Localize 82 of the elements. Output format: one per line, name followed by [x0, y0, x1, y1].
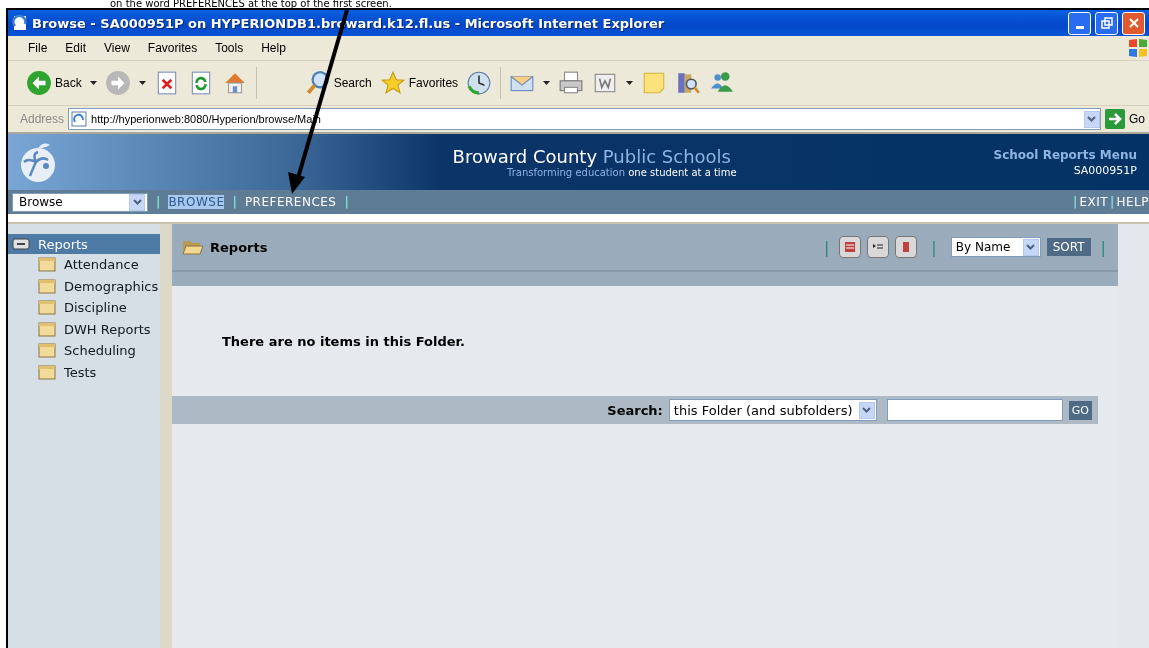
folder-icon: [38, 257, 56, 273]
menu-item[interactable]: Edit: [65, 41, 87, 55]
dropdown-button[interactable]: [1022, 238, 1039, 256]
drawer-icon: [12, 238, 30, 250]
arrow-icon: [1105, 109, 1125, 129]
dropdown-button[interactable]: [129, 193, 145, 211]
search-field[interactable]: [886, 399, 1063, 421]
search-scope-dropdown[interactable]: this Folder (and subfolders): [668, 399, 877, 421]
tree-item[interactable]: Demographics: [8, 275, 160, 297]
separator: |: [232, 195, 237, 209]
caret-icon: [1026, 244, 1036, 250]
close-button[interactable]: [1122, 11, 1145, 35]
tree-item[interactable]: Tests: [8, 361, 160, 383]
view-dropdown[interactable]: Browse: [12, 192, 148, 212]
separator: |: [1100, 237, 1106, 257]
go-button[interactable]: GO: [1068, 400, 1092, 420]
folder-icon: [38, 300, 56, 316]
folder-icon: [38, 343, 56, 359]
menu-item[interactable]: Tools: [215, 41, 244, 55]
star-icon: [379, 70, 406, 96]
tagline: Transforming education one student at a time: [506, 167, 737, 178]
dropdown-caret-icon[interactable]: [138, 81, 146, 85]
minimize-icon: [1075, 25, 1084, 29]
separator: |: [823, 237, 830, 257]
books-magnifier-icon[interactable]: [675, 70, 702, 96]
toolbar-button[interactable]: Back: [26, 70, 82, 96]
menu-item[interactable]: Favorites: [147, 41, 198, 55]
browser-page-icon: [12, 15, 28, 31]
separator: |: [344, 195, 349, 209]
nav-link[interactable]: HELP: [1116, 195, 1149, 209]
list-view-button[interactable]: [839, 236, 862, 258]
minimize-button[interactable]: [1068, 11, 1091, 35]
separator: |: [1110, 195, 1115, 209]
caret-icon: [1087, 116, 1097, 122]
menu-item[interactable]: Help: [261, 41, 286, 55]
clock-icon[interactable]: [466, 70, 493, 96]
separator: |: [1073, 195, 1078, 209]
folder-title: Reports: [210, 239, 269, 255]
separator: |: [931, 237, 937, 257]
nav-link[interactable]: PREFERENCES: [244, 195, 337, 209]
toolbar-button[interactable]: Search: [304, 70, 372, 96]
restore-button[interactable]: [1095, 11, 1118, 35]
details-view-button[interactable]: [867, 236, 890, 258]
toolbar-button[interactable]: Favorites: [379, 70, 459, 96]
tree-item[interactable]: Reports: [8, 234, 160, 254]
brand-title: Broward County Public Schools: [452, 146, 731, 167]
folder-icon: [38, 364, 56, 380]
page-icon: [71, 111, 88, 127]
dropdown-caret-icon[interactable]: [543, 81, 551, 85]
nav-link[interactable]: EXIT: [1079, 195, 1109, 209]
address-label: Address: [20, 112, 65, 126]
printer-icon[interactable]: [558, 70, 585, 96]
sort-dropdown[interactable]: By Name: [950, 237, 1041, 257]
tree-item[interactable]: DWH Reports: [8, 318, 160, 340]
tree-item[interactable]: Attendance: [8, 254, 160, 276]
menu-title: School Reports Menu: [993, 147, 1137, 162]
document-view-button[interactable]: [895, 236, 918, 258]
caret-icon: [862, 407, 872, 413]
dropdown-button[interactable]: [858, 401, 875, 419]
empty-message: There are no items in this Folder.: [222, 333, 465, 349]
user-id: SA000951P: [1073, 163, 1137, 177]
caret-icon: [132, 199, 142, 205]
tree-item[interactable]: Discipline: [8, 297, 160, 319]
menu-item[interactable]: File: [28, 41, 48, 55]
dropdown-caret-icon[interactable]: [89, 81, 97, 85]
go-button[interactable]: Go: [1105, 109, 1145, 129]
dropdown-button[interactable]: [1084, 110, 1100, 128]
windows-flag-icon: [1127, 37, 1149, 59]
dropdown-caret-icon[interactable]: [626, 81, 634, 85]
menu-item[interactable]: View: [104, 41, 130, 55]
folder-icon: [38, 278, 56, 294]
search-label: Search:: [607, 402, 663, 418]
sort-button[interactable]: SORT: [1046, 238, 1091, 256]
caption-text: on the word PREFERENCES at the top of the first screen.: [109, 0, 393, 8]
open-folder-icon: [182, 239, 204, 255]
folder-icon: [38, 321, 56, 337]
list-icon: [844, 241, 857, 253]
separator: |: [156, 195, 161, 209]
tree-item[interactable]: Scheduling: [8, 340, 160, 362]
nav-link[interactable]: BROWSE: [168, 195, 225, 209]
restore-icon: [1100, 17, 1113, 29]
close-icon: [1128, 18, 1139, 28]
